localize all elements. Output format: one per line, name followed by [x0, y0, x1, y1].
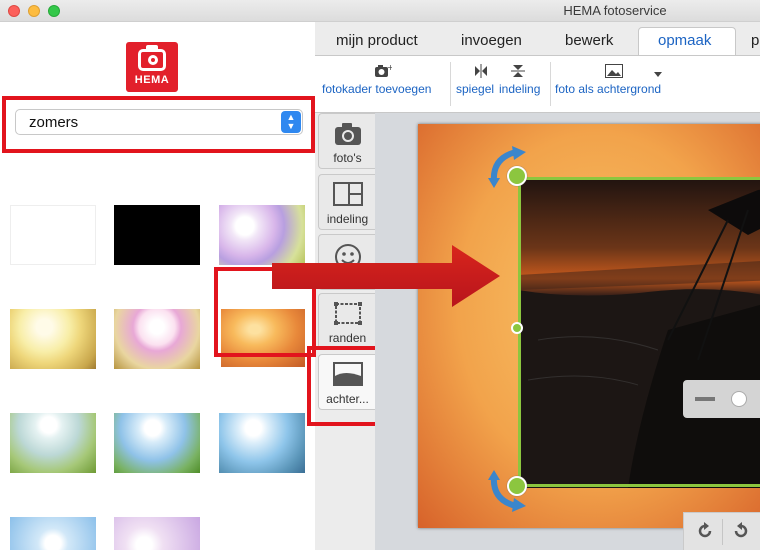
camera-icon — [138, 45, 166, 71]
add-photo-frame-button[interactable]: fotokader toevoegen — [322, 82, 431, 96]
background-category-select[interactable]: zomers ▲ ▼ — [15, 109, 303, 135]
thumbnail-purple-light[interactable] — [114, 517, 200, 550]
logo-text: HEMA — [134, 74, 170, 86]
thumbnail-white[interactable] — [10, 205, 96, 265]
top-tab-bar: mijn product invoegen bewerk opmaak p — [315, 22, 760, 55]
camera-add-icon: + — [375, 64, 392, 77]
sidetab-label: foto's — [333, 151, 362, 165]
zoom-control — [683, 380, 760, 418]
thumbnail-green-field[interactable] — [10, 413, 96, 473]
tab-bewerk[interactable]: bewerk — [565, 32, 613, 49]
thumbnail-sea[interactable] — [219, 413, 305, 473]
thumbnail-pink-sun[interactable] — [114, 309, 200, 369]
photo-frame-selection[interactable] — [518, 177, 760, 487]
camera-icon — [335, 123, 361, 145]
window-title: HEMA fotoservice — [563, 3, 667, 18]
select-value: zomers — [29, 114, 79, 131]
tab-invoegen[interactable]: invoegen — [461, 32, 522, 49]
thumbnail-black[interactable] — [114, 205, 200, 265]
chevron-updown-icon: ▲ ▼ — [281, 111, 301, 133]
thumbnail-yellow-sun[interactable] — [10, 309, 96, 369]
thumbnail-blue-light[interactable] — [10, 517, 96, 550]
layout-icon — [333, 182, 363, 206]
undo-icon[interactable] — [732, 522, 750, 540]
zoom-out-button[interactable] — [695, 397, 715, 401]
select-highlight: zomers ▲ ▼ — [2, 96, 315, 153]
tutorial-arrow — [272, 245, 500, 307]
resize-handle-middle-left[interactable] — [511, 322, 523, 334]
mirror-button[interactable]: spiegel — [456, 82, 494, 96]
photo-as-background-button[interactable]: foto als achtergrond — [555, 82, 661, 96]
sidetab-layout[interactable]: indeling — [318, 174, 376, 230]
redo-icon[interactable] — [696, 522, 714, 540]
sidetab-photos[interactable]: foto's — [318, 113, 376, 169]
tab-opmaak[interactable]: opmaak — [658, 32, 711, 49]
svg-text:+: + — [387, 64, 392, 72]
rotate-bottom-icon[interactable] — [486, 470, 530, 514]
layout-button[interactable]: indeling — [499, 82, 540, 96]
chevron-down-icon — [654, 72, 662, 77]
toolbar-divider — [450, 62, 451, 106]
undo-redo-bar — [683, 512, 760, 550]
tab-p[interactable]: p — [751, 32, 759, 49]
sidetab-label: randen — [328, 331, 367, 345]
mirror-horizontal-icon — [475, 64, 487, 78]
sidetab-label: indeling — [326, 212, 369, 226]
undo-divider — [722, 519, 723, 545]
hema-logo: HEMA — [126, 42, 178, 92]
zoom-slider-knob[interactable] — [731, 391, 747, 407]
title-bar: HEMA fotoservice — [0, 0, 760, 22]
toolbar: + fotokader toevoegen spiegel indeling f… — [315, 55, 760, 113]
mirror-vertical-icon — [511, 65, 525, 77]
tab-mijn-product[interactable]: mijn product — [336, 32, 418, 49]
thumbnail-blue-field[interactable] — [114, 413, 200, 473]
rotate-top-icon[interactable] — [486, 144, 530, 188]
toolbar-divider — [550, 62, 551, 106]
image-icon — [605, 64, 623, 78]
